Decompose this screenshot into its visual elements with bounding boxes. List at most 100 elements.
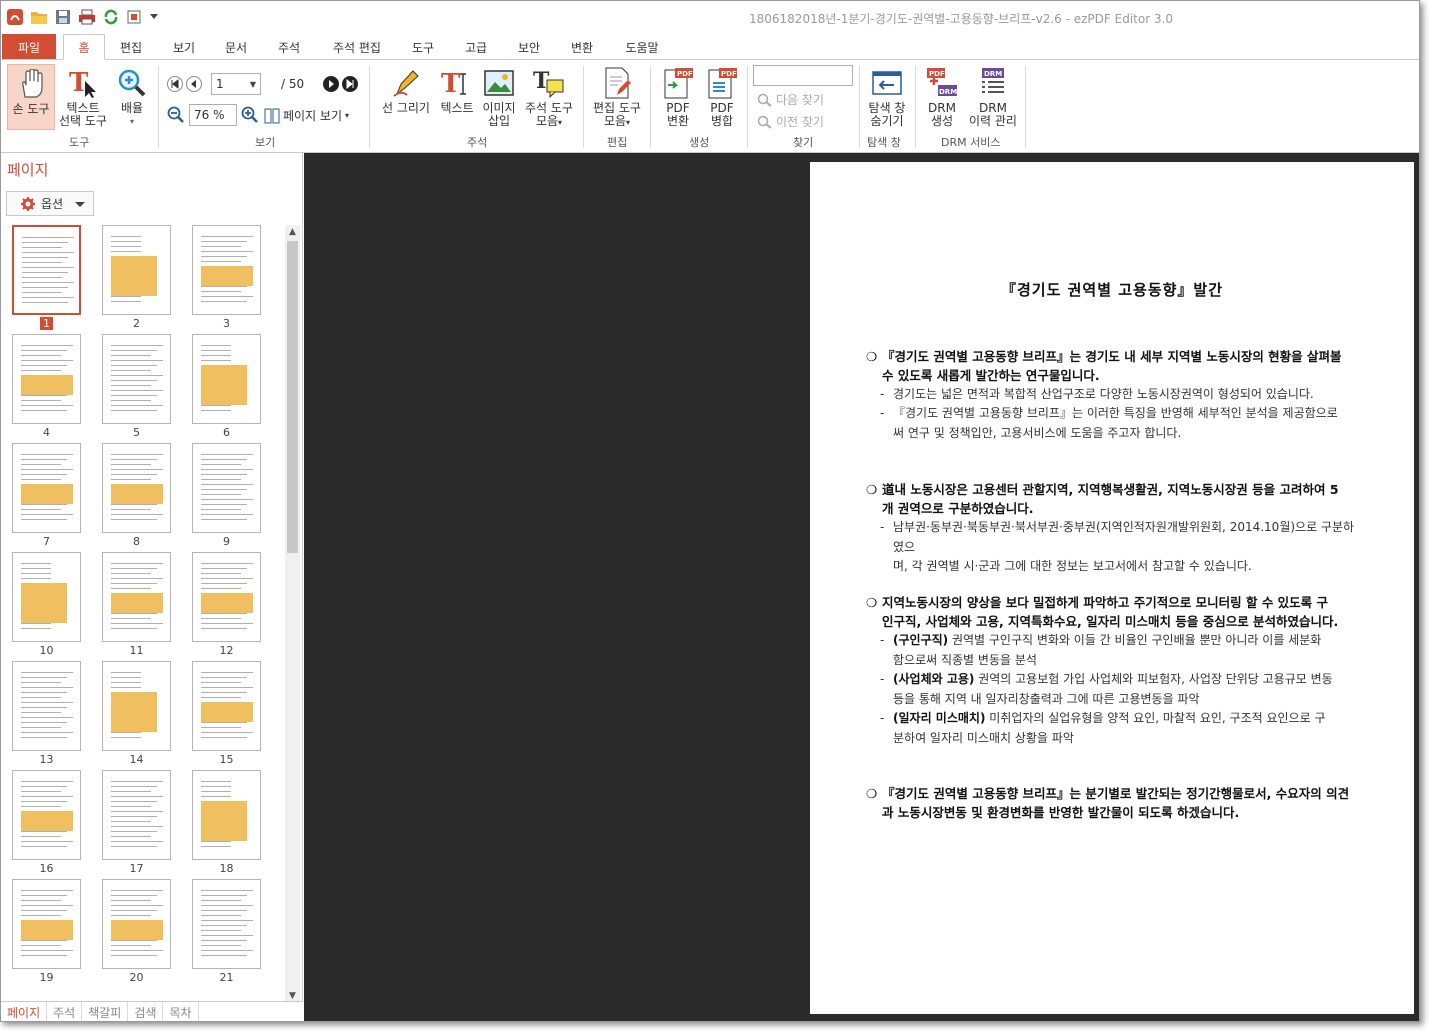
page-thumbnail[interactable] [102, 770, 171, 860]
tab-bookmarks[interactable]: 책갈피 [82, 1002, 129, 1021]
tab-annotations[interactable]: 주석 [47, 1002, 83, 1021]
page-number-input[interactable]: 1 ▼ [211, 73, 261, 95]
page-thumbnail[interactable] [102, 879, 171, 969]
open-folder-icon[interactable] [29, 7, 49, 27]
prev-page-icon[interactable] [186, 76, 202, 95]
drm-create-button[interactable]: PDF DRM DRM 생성 [921, 66, 963, 128]
page-thumbnail[interactable] [12, 770, 81, 860]
scroll-thumb[interactable] [287, 241, 298, 553]
page-thumbnail[interactable] [12, 334, 81, 424]
search-input[interactable] [753, 65, 853, 86]
thumbnail-line [201, 628, 247, 629]
page-thumbnail[interactable] [192, 879, 261, 969]
window-title: 1806182018년-1분기-경기도-권역별-고용동향-브리프-v2.6 - … [749, 12, 1174, 26]
thumbnail-number: 10 [12, 644, 81, 657]
image-insert-button[interactable]: 이미지 삽입 [480, 66, 518, 128]
page-thumbnail[interactable] [192, 552, 261, 642]
note-tools-icon: T [532, 66, 566, 100]
tab-advanced[interactable]: 고급 [456, 34, 496, 60]
page-thumbnail[interactable] [102, 552, 171, 642]
save-icon[interactable] [53, 7, 73, 27]
thumbnail-line [21, 890, 73, 891]
page-thumbnail[interactable] [192, 661, 261, 751]
thumbnail-line [21, 732, 73, 733]
qat-dropdown-icon[interactable] [149, 7, 159, 27]
doc-sub-item: - (구인구직) 권역별 구인구직 변화와 이들 간 비율인 구인배율 뿐만 아… [880, 631, 1356, 670]
find-prev-button[interactable]: 이전 찾기 [757, 113, 824, 130]
note-tools-button[interactable]: T 주석 도구 모음▾ [521, 66, 577, 129]
drm-history-button[interactable]: DRM DRM 이력 관리 [965, 66, 1021, 128]
thumbnail-line [111, 737, 141, 738]
thumbnail-line [111, 791, 151, 792]
zoom-button[interactable]: 배율 ▾ [113, 66, 151, 128]
thumbnail-line [22, 302, 68, 303]
thumbnail-line [111, 910, 157, 911]
tab-home[interactable]: 홈 [63, 34, 105, 60]
document-page: 『경기도 권역별 고용동향』발간 ❍ 『경기도 권역별 고용동향 브리프』는 경… [810, 162, 1414, 1014]
tab-toc[interactable]: 목차 [163, 1002, 199, 1021]
thumbnail-line [21, 395, 67, 396]
thumbnail-line [111, 900, 151, 901]
page-thumbnail[interactable] [12, 443, 81, 533]
document-view[interactable]: 『경기도 권역별 고용동향』발간 ❍ 『경기도 권역별 고용동향 브리프』는 경… [304, 153, 1419, 1021]
tab-annotation-edit[interactable]: 주석 편집 [325, 34, 389, 60]
next-page-icon[interactable] [323, 76, 339, 95]
refresh-icon[interactable] [101, 7, 121, 27]
page-thumbnail[interactable] [102, 334, 171, 424]
thumbnail-number: 13 [12, 753, 81, 766]
page-setup-icon[interactable] [125, 7, 145, 27]
page-thumbnail[interactable] [102, 661, 171, 751]
tab-security[interactable]: 보안 [509, 34, 549, 60]
page-thumbnail[interactable] [12, 879, 81, 969]
zoom-in-small-icon[interactable] [241, 106, 259, 124]
thumbnail-line [22, 277, 62, 278]
page-thumbnail[interactable] [192, 443, 261, 533]
hand-tool-button[interactable]: 손 도구 [7, 64, 55, 130]
bullet-circle-icon: ❍ [866, 595, 878, 610]
tab-file[interactable]: 파일 [2, 34, 56, 60]
zoom-input[interactable]: 76 % [189, 104, 237, 126]
line-draw-button[interactable]: 선 그리기 [377, 66, 435, 115]
text-select-tool-button[interactable]: T 텍스트 선택 도구 [57, 66, 109, 128]
hide-nav-button[interactable]: 탐색 창 숨기기 [863, 66, 911, 128]
app-logo-icon[interactable] [5, 7, 25, 27]
thumbnail-line [21, 623, 51, 624]
thumbnail-line [21, 722, 67, 723]
page-thumbnail[interactable] [192, 225, 261, 315]
pdf-convert-button[interactable]: PDF PDF 변환 [657, 66, 699, 128]
page-thumbnail[interactable] [102, 443, 171, 533]
tab-edit[interactable]: 편집 [111, 34, 151, 60]
tab-annotation[interactable]: 주석 [269, 34, 309, 60]
tab-search[interactable]: 검색 [128, 1002, 164, 1021]
tab-pages[interactable]: 페이지 [1, 1002, 48, 1021]
page-thumbnail[interactable] [12, 552, 81, 642]
page-thumbnail[interactable] [12, 225, 81, 315]
thumbnail-number-text: 11 [129, 644, 144, 657]
find-next-button[interactable]: 다음 찾기 [757, 91, 824, 108]
page-thumbnail[interactable] [192, 770, 261, 860]
text-note-button[interactable]: T 텍스트 [437, 66, 477, 115]
tab-document[interactable]: 문서 [216, 34, 256, 60]
thumbnail-line [111, 573, 151, 574]
tab-help[interactable]: 도움말 [617, 34, 667, 60]
scroll-up-icon[interactable]: ▲ [285, 225, 300, 239]
zoom-out-icon[interactable] [167, 106, 185, 124]
pdf-merge-button[interactable]: PDF PDF 병합 [701, 66, 743, 128]
tab-view[interactable]: 보기 [164, 34, 204, 60]
last-page-icon[interactable] [342, 76, 358, 95]
print-icon[interactable] [77, 7, 97, 27]
thumbnail-line [21, 712, 61, 713]
page-dropdown-icon[interactable]: ▼ [250, 80, 256, 89]
page-thumbnail[interactable] [12, 661, 81, 751]
thumbnail-line [111, 677, 141, 678]
page-thumbnail[interactable] [192, 334, 261, 424]
edit-tools-button[interactable]: 편집 도구 모음▾ [589, 66, 645, 129]
tab-tools[interactable]: 도구 [403, 34, 443, 60]
page-view-button[interactable]: 페이지 보기 ▾ [264, 107, 349, 124]
page-thumbnail[interactable] [102, 225, 171, 315]
thumbnail-line [111, 588, 151, 589]
tab-convert[interactable]: 변환 [562, 34, 602, 60]
thumbnail-scrollbar[interactable]: ▲ ▼ [285, 225, 300, 1003]
options-button[interactable]: 옵션 [6, 191, 94, 216]
first-page-icon[interactable] [167, 76, 183, 95]
